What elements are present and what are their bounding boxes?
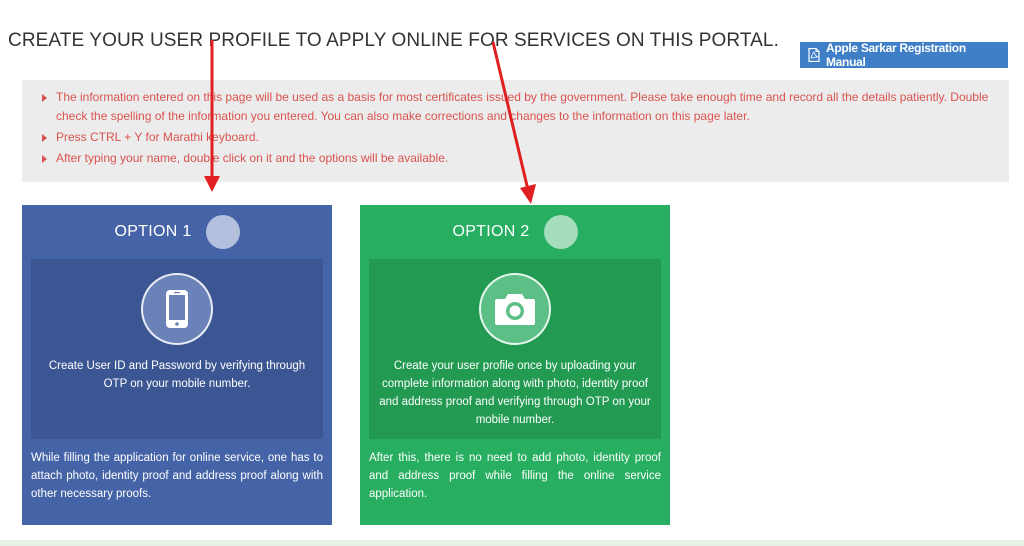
- option-1-panel: Create User ID and Password by verifying…: [31, 259, 323, 439]
- option-1-footer: While filling the application for online…: [31, 452, 323, 500]
- option-2-panel: Create your user profile once by uploadi…: [369, 259, 661, 439]
- notice-item-text: After typing your name, double click on …: [56, 151, 449, 165]
- notice-panel: The information entered on this page wil…: [22, 80, 1009, 182]
- registration-manual-label: Apple Sarkar Registration Manual: [825, 41, 966, 69]
- caret-right-icon: [42, 94, 47, 102]
- option-1-description: Create User ID and Password by verifying…: [48, 360, 306, 390]
- option-2-card[interactable]: OPTION 2 Create your user profile once b…: [360, 205, 670, 525]
- notice-item: The information entered on this page wil…: [40, 88, 997, 126]
- option-2-heading: OPTION 2: [452, 223, 530, 240]
- pdf-icon: [808, 48, 820, 62]
- mobile-phone-icon: [141, 273, 213, 345]
- notice-item-text: Press CTRL + Y for Marathi keyboard.: [56, 130, 259, 144]
- option-2-radio-indicator[interactable]: [543, 215, 578, 249]
- option-2-footer: After this, there is no need to add phot…: [369, 452, 661, 500]
- notice-item-text: The information entered on this page wil…: [56, 90, 989, 123]
- caret-right-icon: [42, 155, 47, 163]
- notice-item: After typing your name, double click on …: [40, 149, 997, 168]
- option-1-heading: OPTION 1: [114, 223, 192, 240]
- option-1-header: OPTION 1: [22, 205, 332, 259]
- bottom-strip: [0, 540, 1024, 546]
- notice-item: Press CTRL + Y for Marathi keyboard.: [40, 128, 997, 147]
- registration-manual-button[interactable]: Apple Sarkar Registration Manual: [800, 41, 1008, 69]
- option-2-description: Create your user profile once by uploadi…: [379, 360, 651, 426]
- page-title: CREATE YOUR USER PROFILE TO APPLY ONLINE…: [8, 30, 779, 51]
- caret-right-icon: [42, 134, 47, 142]
- option-1-radio-indicator[interactable]: [205, 215, 240, 249]
- option-2-header: OPTION 2: [360, 205, 670, 259]
- option-1-card[interactable]: OPTION 1 Create User ID and Password by …: [22, 205, 332, 525]
- camera-icon: [479, 273, 551, 345]
